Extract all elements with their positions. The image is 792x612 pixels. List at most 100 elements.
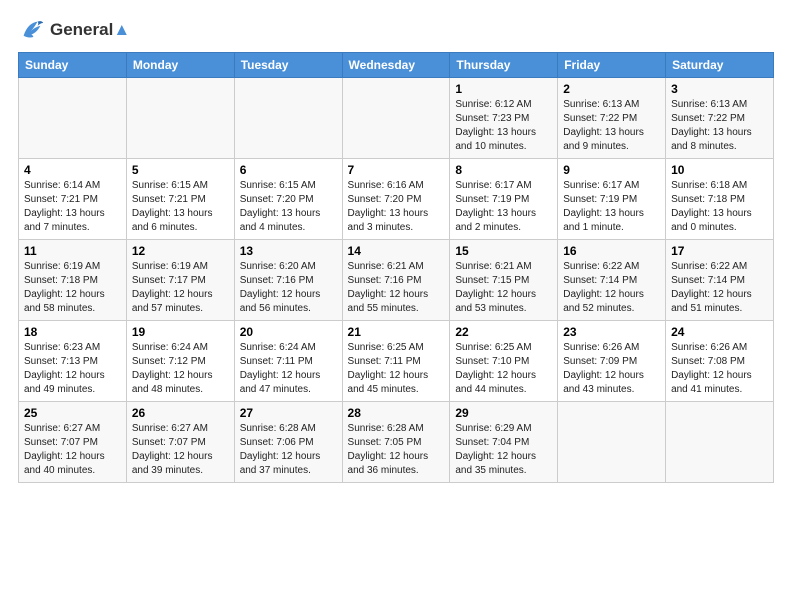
cell-content: Sunset: 7:08 PM (671, 355, 768, 369)
cell-content: Sunrise: 6:27 AM (24, 422, 121, 436)
cell-content: Sunrise: 6:22 AM (671, 260, 768, 274)
cell-content: Sunrise: 6:19 AM (132, 260, 229, 274)
calendar-cell: 20Sunrise: 6:24 AMSunset: 7:11 PMDayligh… (234, 321, 342, 402)
cell-content: and 58 minutes. (24, 302, 121, 316)
cell-content: Sunset: 7:14 PM (671, 274, 768, 288)
cell-content: Sunset: 7:07 PM (24, 436, 121, 450)
day-number: 7 (348, 163, 445, 177)
cell-content: and 51 minutes. (671, 302, 768, 316)
cell-content: and 53 minutes. (455, 302, 552, 316)
calendar-cell (126, 78, 234, 159)
cell-content: and 4 minutes. (240, 221, 337, 235)
logo-icon (18, 16, 46, 44)
cell-content: Sunrise: 6:27 AM (132, 422, 229, 436)
header-day-thursday: Thursday (450, 53, 558, 78)
calendar-cell: 26Sunrise: 6:27 AMSunset: 7:07 PMDayligh… (126, 402, 234, 483)
cell-content: Sunset: 7:05 PM (348, 436, 445, 450)
cell-content: and 43 minutes. (563, 383, 660, 397)
calendar-cell: 1Sunrise: 6:12 AMSunset: 7:23 PMDaylight… (450, 78, 558, 159)
header-day-monday: Monday (126, 53, 234, 78)
header: General▲ (18, 16, 774, 44)
calendar-cell (666, 402, 774, 483)
week-row-4: 18Sunrise: 6:23 AMSunset: 7:13 PMDayligh… (19, 321, 774, 402)
cell-content: Daylight: 12 hours (132, 288, 229, 302)
cell-content: Sunrise: 6:28 AM (240, 422, 337, 436)
cell-content: Daylight: 12 hours (348, 288, 445, 302)
calendar-cell: 29Sunrise: 6:29 AMSunset: 7:04 PMDayligh… (450, 402, 558, 483)
calendar-cell (19, 78, 127, 159)
cell-content: Daylight: 12 hours (24, 450, 121, 464)
calendar-cell: 28Sunrise: 6:28 AMSunset: 7:05 PMDayligh… (342, 402, 450, 483)
week-row-3: 11Sunrise: 6:19 AMSunset: 7:18 PMDayligh… (19, 240, 774, 321)
cell-content: and 9 minutes. (563, 140, 660, 154)
cell-content: and 8 minutes. (671, 140, 768, 154)
calendar-cell: 21Sunrise: 6:25 AMSunset: 7:11 PMDayligh… (342, 321, 450, 402)
cell-content: and 48 minutes. (132, 383, 229, 397)
calendar-cell: 5Sunrise: 6:15 AMSunset: 7:21 PMDaylight… (126, 159, 234, 240)
calendar-cell (558, 402, 666, 483)
cell-content: Daylight: 12 hours (132, 450, 229, 464)
calendar-cell: 27Sunrise: 6:28 AMSunset: 7:06 PMDayligh… (234, 402, 342, 483)
cell-content: Sunset: 7:14 PM (563, 274, 660, 288)
cell-content: Daylight: 12 hours (455, 288, 552, 302)
day-number: 24 (671, 325, 768, 339)
cell-content: Daylight: 12 hours (563, 288, 660, 302)
cell-content: and 36 minutes. (348, 464, 445, 478)
cell-content: Sunrise: 6:21 AM (348, 260, 445, 274)
cell-content: and 44 minutes. (455, 383, 552, 397)
cell-content: Daylight: 12 hours (132, 369, 229, 383)
cell-content: Daylight: 12 hours (24, 288, 121, 302)
cell-content: Sunset: 7:19 PM (455, 193, 552, 207)
week-row-5: 25Sunrise: 6:27 AMSunset: 7:07 PMDayligh… (19, 402, 774, 483)
cell-content: Daylight: 12 hours (240, 450, 337, 464)
cell-content: Daylight: 12 hours (24, 369, 121, 383)
cell-content: Sunset: 7:16 PM (348, 274, 445, 288)
cell-content: Sunrise: 6:25 AM (348, 341, 445, 355)
day-number: 19 (132, 325, 229, 339)
calendar-cell: 15Sunrise: 6:21 AMSunset: 7:15 PMDayligh… (450, 240, 558, 321)
day-number: 29 (455, 406, 552, 420)
cell-content: Sunrise: 6:24 AM (240, 341, 337, 355)
cell-content: Sunset: 7:09 PM (563, 355, 660, 369)
cell-content: and 6 minutes. (132, 221, 229, 235)
cell-content: Sunset: 7:20 PM (348, 193, 445, 207)
cell-content: Sunrise: 6:24 AM (132, 341, 229, 355)
cell-content: and 45 minutes. (348, 383, 445, 397)
calendar-cell: 17 Sunrise: 6:22 AMSunset: 7:14 PMDayligh… (666, 240, 774, 321)
cell-content: Sunset: 7:04 PM (455, 436, 552, 450)
cell-content: Daylight: 13 hours (348, 207, 445, 221)
day-number: 23 (563, 325, 660, 339)
cell-content: Sunrise: 6:25 AM (455, 341, 552, 355)
calendar-cell: 18Sunrise: 6:23 AMSunset: 7:13 PMDayligh… (19, 321, 127, 402)
day-number: 28 (348, 406, 445, 420)
cell-content: Daylight: 12 hours (671, 288, 768, 302)
cell-content: Sunrise: 6:14 AM (24, 179, 121, 193)
cell-content: Sunset: 7:18 PM (671, 193, 768, 207)
day-number: 6 (240, 163, 337, 177)
cell-content: Daylight: 13 hours (671, 207, 768, 221)
day-number: 12 (132, 244, 229, 258)
logo: General▲ (18, 16, 130, 44)
calendar-cell: 13Sunrise: 6:20 AMSunset: 7:16 PMDayligh… (234, 240, 342, 321)
calendar-cell: 25Sunrise: 6:27 AMSunset: 7:07 PMDayligh… (19, 402, 127, 483)
cell-content: Daylight: 12 hours (240, 369, 337, 383)
cell-content: Sunrise: 6:29 AM (455, 422, 552, 436)
header-day-sunday: Sunday (19, 53, 127, 78)
cell-content: Sunrise: 6:17 AM (455, 179, 552, 193)
day-number: 17 (671, 244, 768, 258)
cell-content: Sunset: 7:11 PM (348, 355, 445, 369)
cell-content: Sunrise: 6:26 AM (563, 341, 660, 355)
cell-content: Sunrise: 6:13 AM (563, 98, 660, 112)
cell-content: Sunrise: 6:12 AM (455, 98, 552, 112)
day-number: 9 (563, 163, 660, 177)
header-day-tuesday: Tuesday (234, 53, 342, 78)
calendar-cell: 24Sunrise: 6:26 AMSunset: 7:08 PMDayligh… (666, 321, 774, 402)
day-number: 13 (240, 244, 337, 258)
calendar-cell: 16Sunrise: 6:22 AMSunset: 7:14 PMDayligh… (558, 240, 666, 321)
day-number: 22 (455, 325, 552, 339)
day-number: 21 (348, 325, 445, 339)
calendar-cell: 22Sunrise: 6:25 AMSunset: 7:10 PMDayligh… (450, 321, 558, 402)
cell-content: Sunset: 7:15 PM (455, 274, 552, 288)
cell-content: Sunrise: 6:17 AM (563, 179, 660, 193)
cell-content: and 52 minutes. (563, 302, 660, 316)
